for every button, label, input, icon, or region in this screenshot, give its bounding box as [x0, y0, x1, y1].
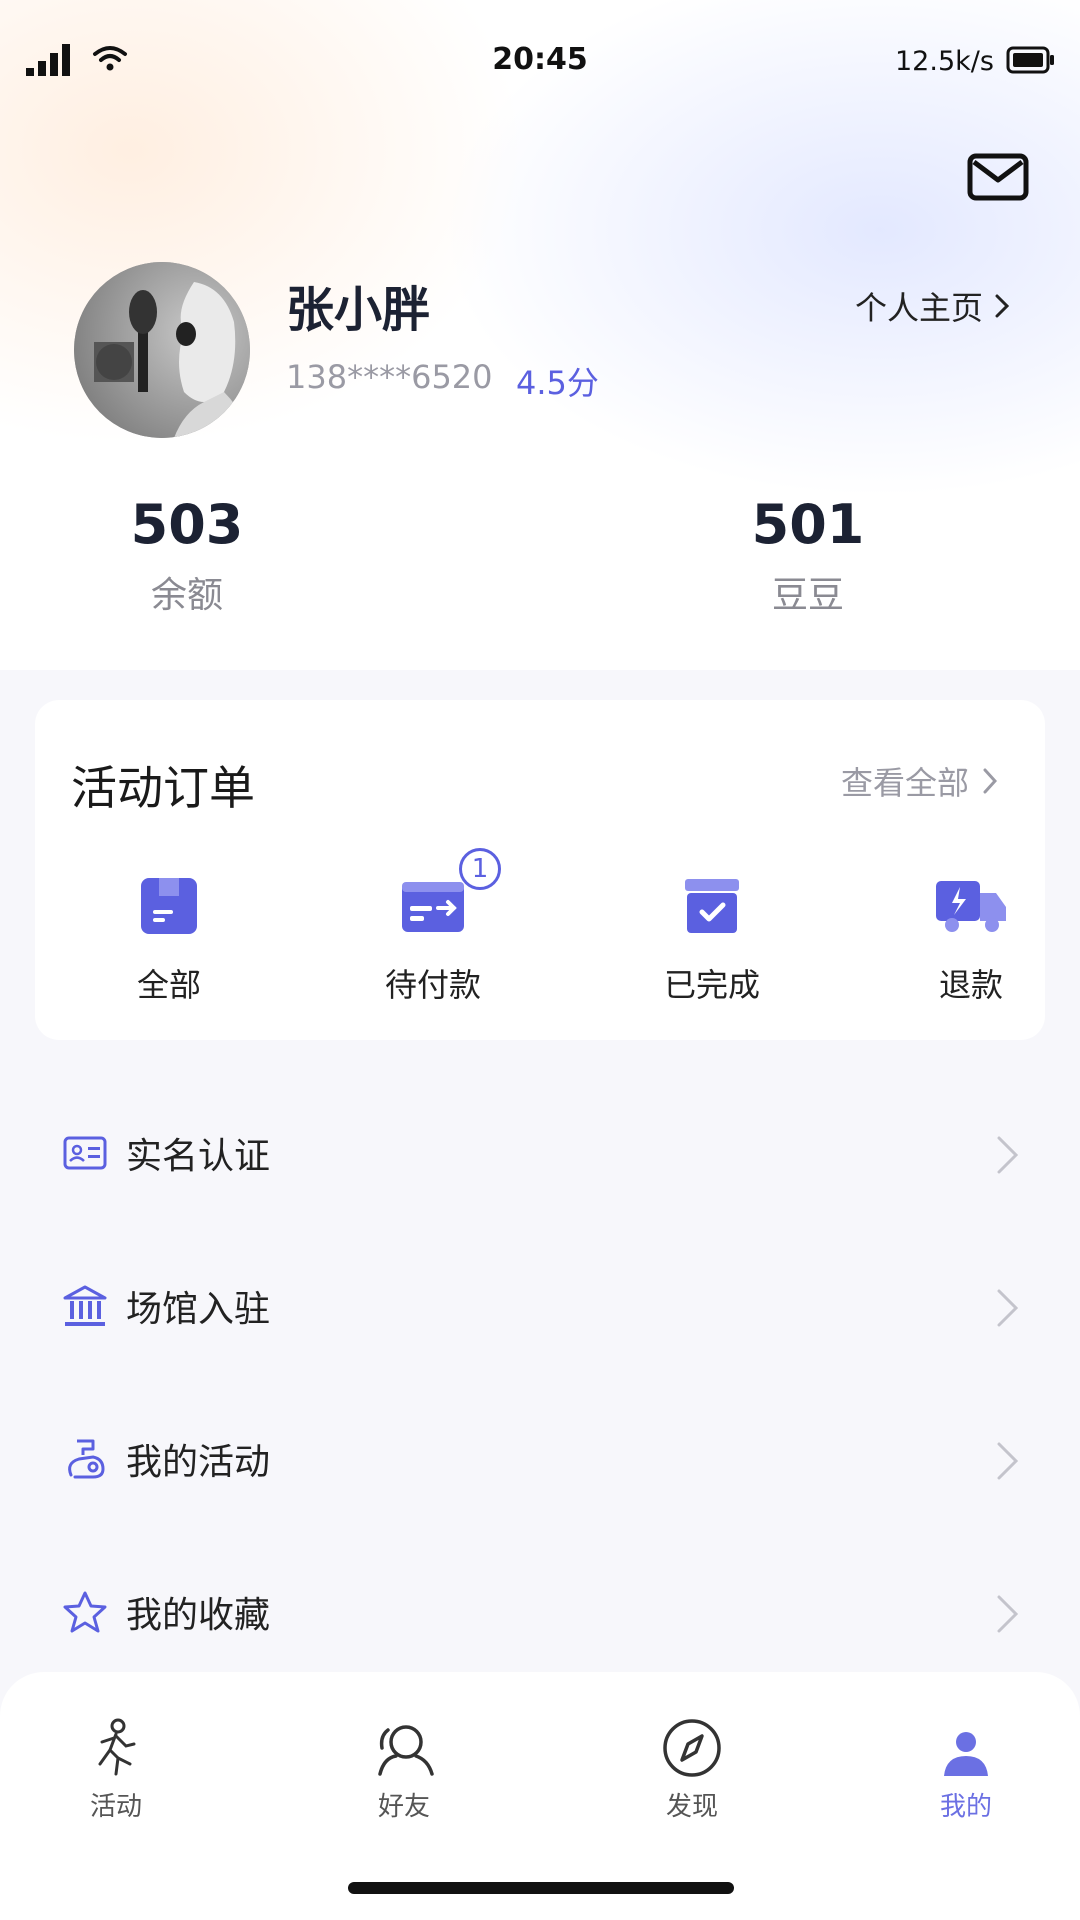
wifi-icon [93, 46, 127, 71]
beans-stat[interactable]: 501 豆豆 [678, 490, 938, 618]
tab-discover[interactable]: 发现 [612, 1712, 772, 1823]
running-icon [98, 1718, 136, 1776]
compass-icon [663, 1719, 721, 1777]
tab-label: 活动 [89, 1792, 142, 1822]
tab-label: 好友 [377, 1792, 430, 1822]
order-refund-label: 退款 [938, 966, 1003, 1004]
menu-label: 场馆入驻 [126, 1289, 271, 1330]
box-icon [141, 878, 197, 934]
user-name: 张小胖 [286, 282, 431, 338]
signal-icon [26, 44, 70, 76]
home-indicator[interactable] [348, 1882, 734, 1894]
user-score: 4.5分 [516, 364, 599, 402]
order-pending-label: 待付款 [384, 966, 481, 1004]
friends-icon [378, 1725, 434, 1776]
truck-icon [936, 881, 1006, 932]
id-card-icon [63, 1136, 107, 1170]
chevron-right-icon [995, 294, 1010, 318]
menu-item-real-name-verification[interactable]: 实名认证 [60, 1103, 1020, 1203]
menu-item-my-activities[interactable]: 我的活动 [60, 1409, 1020, 1509]
order-all[interactable]: 全部 [79, 870, 259, 1006]
tab-activities[interactable]: 活动 [36, 1712, 196, 1823]
building-icon [63, 1285, 107, 1326]
pending-payment-badge: 1 [459, 848, 501, 890]
tab-label: 我的 [939, 1792, 992, 1822]
star-icon [63, 1591, 107, 1633]
chevron-right-icon [997, 1136, 1019, 1174]
status-bar: 20:45 12.5k/s [0, 0, 1080, 120]
beans-value: 501 [751, 493, 865, 556]
order-all-label: 全部 [136, 966, 201, 1004]
chevron-right-icon [983, 768, 998, 794]
status-time: 20:45 [492, 42, 588, 77]
beans-label: 豆豆 [771, 575, 844, 616]
menu-label: 实名认证 [126, 1136, 271, 1177]
balance-stat[interactable]: 503 余额 [57, 490, 317, 618]
tab-friends[interactable]: 好友 [324, 1712, 484, 1823]
menu-label: 我的活动 [126, 1442, 271, 1483]
personal-homepage-label: 个人主页 [855, 289, 984, 327]
balance-label: 余额 [150, 575, 223, 616]
card-payment-icon [402, 882, 464, 932]
battery-icon [1006, 46, 1054, 74]
balance-value: 503 [130, 493, 244, 556]
mail-icon[interactable] [966, 152, 1030, 202]
avatar[interactable] [74, 262, 250, 438]
network-speed: 12.5k/s [895, 46, 994, 77]
view-all-label: 查看全部 [841, 764, 970, 802]
user-phone: 138****6520 [286, 358, 493, 396]
personal-homepage-link[interactable]: 个人主页 [855, 283, 1010, 329]
order-refund[interactable]: 退款 [881, 870, 1061, 1006]
chevron-right-icon [997, 1442, 1019, 1480]
orders-title: 活动订单 [71, 761, 255, 815]
user-icon [944, 1732, 988, 1776]
menu-item-venue-onboarding[interactable]: 场馆入驻 [60, 1256, 1020, 1356]
chevron-right-icon [997, 1595, 1019, 1633]
view-all-orders-link[interactable]: 查看全部 [841, 758, 998, 804]
order-completed[interactable]: 已完成 [622, 870, 802, 1006]
activity-orders-card: 活动订单 查看全部 全部 1 待付款 已完成 退款 [35, 700, 1045, 1040]
menu-item-my-favorites[interactable]: 我的收藏 [60, 1562, 1020, 1662]
order-completed-label: 已完成 [663, 966, 760, 1004]
menu-label: 我的收藏 [126, 1595, 271, 1636]
activity-icon [68, 1439, 105, 1479]
tab-mine[interactable]: 我的 [886, 1712, 1046, 1823]
check-box-icon [685, 879, 739, 933]
order-pending-payment[interactable]: 1 待付款 [343, 848, 523, 1006]
chevron-right-icon [997, 1289, 1019, 1327]
tab-label: 发现 [665, 1792, 718, 1822]
